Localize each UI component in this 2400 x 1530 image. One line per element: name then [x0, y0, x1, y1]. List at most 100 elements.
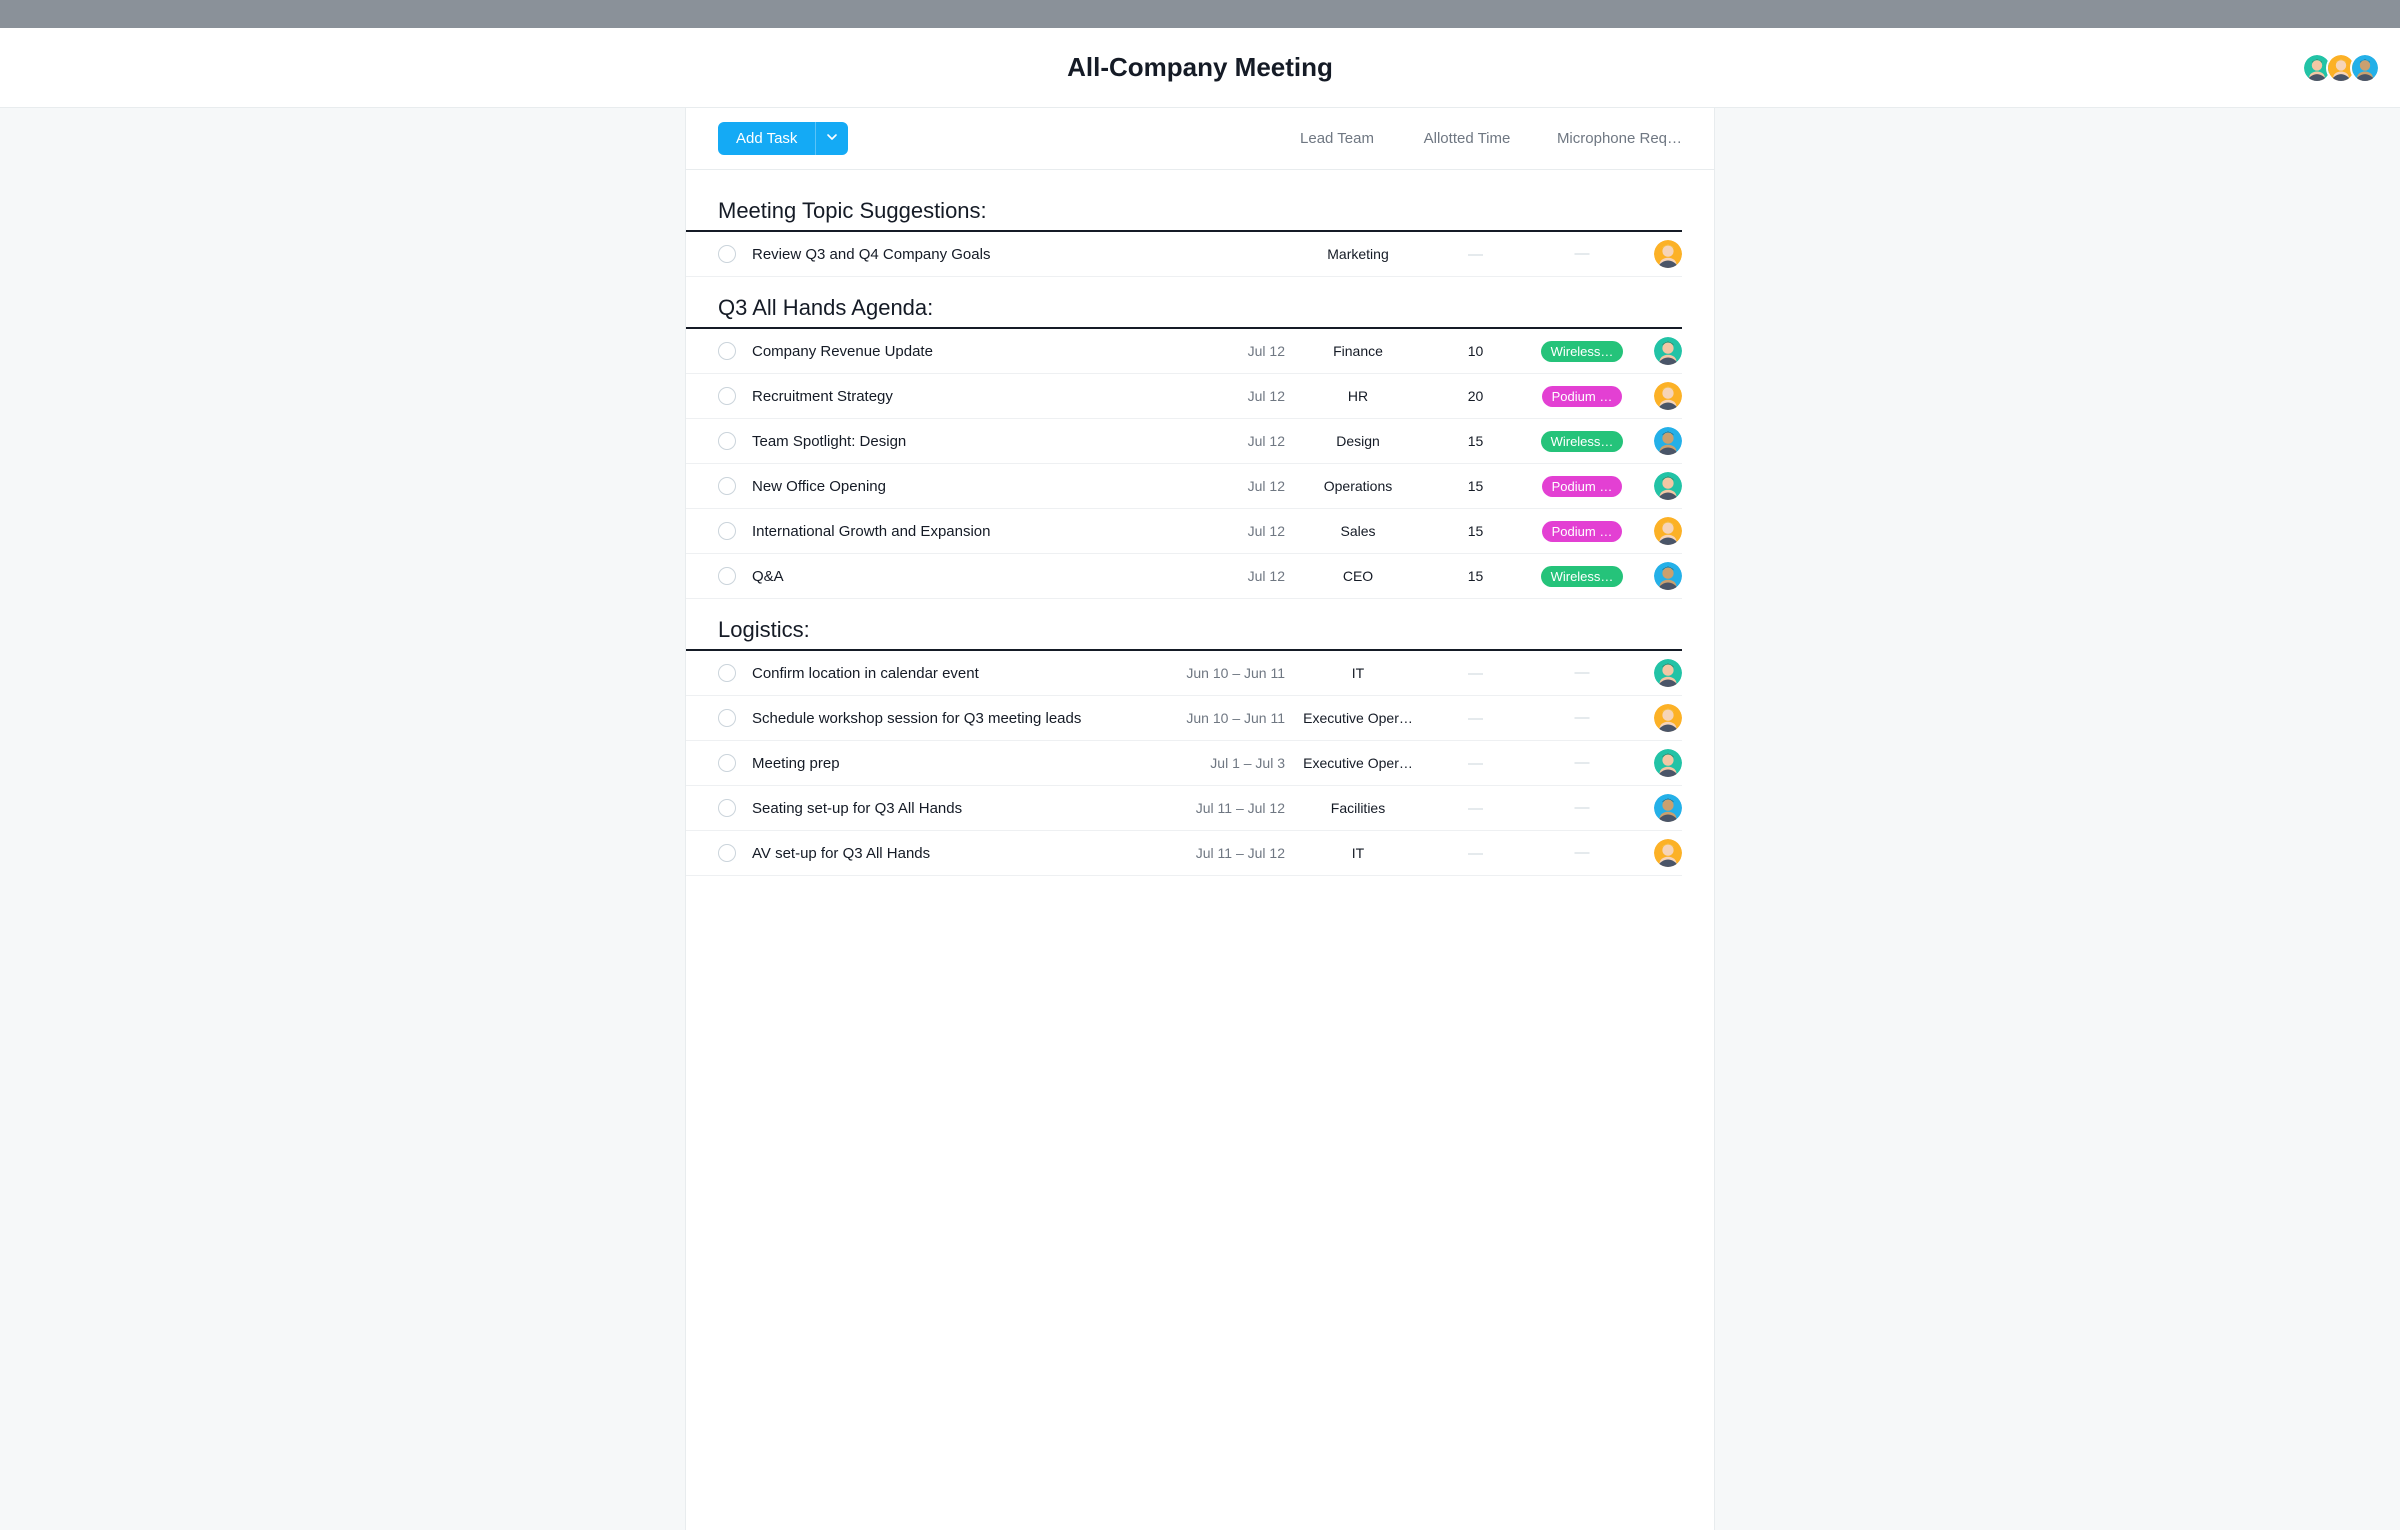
- task-due-date[interactable]: Jul 12: [1183, 523, 1293, 539]
- task-assignee[interactable]: [1636, 337, 1682, 365]
- task-name[interactable]: Meeting prep: [752, 755, 1183, 772]
- column-header-mic[interactable]: Microphone Req…: [1532, 130, 1682, 147]
- task-due-date[interactable]: Jul 11 – Jul 12: [1183, 800, 1293, 816]
- complete-checkbox[interactable]: [718, 387, 736, 405]
- task-row[interactable]: Meeting prepJul 1 – Jul 3Executive Oper……: [686, 741, 1682, 786]
- avatar[interactable]: [1654, 240, 1682, 268]
- task-allotted-time[interactable]: —: [1423, 665, 1528, 682]
- complete-checkbox[interactable]: [718, 522, 736, 540]
- task-row[interactable]: AV set-up for Q3 All HandsJul 11 – Jul 1…: [686, 831, 1682, 876]
- task-microphone[interactable]: Podium …: [1528, 386, 1636, 407]
- task-row[interactable]: Q&AJul 12CEO15Wireless…: [686, 554, 1682, 599]
- complete-checkbox[interactable]: [718, 477, 736, 495]
- task-name[interactable]: Review Q3 and Q4 Company Goals: [752, 246, 1183, 263]
- task-allotted-time[interactable]: —: [1423, 710, 1528, 727]
- add-task-button[interactable]: Add Task: [718, 122, 815, 155]
- task-due-date[interactable]: Jun 10 – Jun 11: [1183, 665, 1293, 681]
- task-allotted-time[interactable]: 15: [1423, 478, 1528, 494]
- avatar[interactable]: [1654, 382, 1682, 410]
- task-allotted-time[interactable]: 10: [1423, 343, 1528, 359]
- task-lead-team[interactable]: Marketing: [1293, 246, 1423, 262]
- avatar[interactable]: [1654, 659, 1682, 687]
- column-header-lead[interactable]: Lead Team: [1272, 130, 1402, 147]
- complete-checkbox[interactable]: [718, 342, 736, 360]
- task-row[interactable]: Schedule workshop session for Q3 meeting…: [686, 696, 1682, 741]
- header-member-avatars[interactable]: [2308, 53, 2380, 83]
- task-microphone[interactable]: —: [1528, 844, 1636, 862]
- complete-checkbox[interactable]: [718, 799, 736, 817]
- task-microphone[interactable]: Wireless…: [1528, 431, 1636, 452]
- task-row[interactable]: Recruitment StrategyJul 12HR20Podium …: [686, 374, 1682, 419]
- task-lead-team[interactable]: Finance: [1293, 343, 1423, 359]
- task-lead-team[interactable]: Design: [1293, 433, 1423, 449]
- task-allotted-time[interactable]: 15: [1423, 433, 1528, 449]
- task-lead-team[interactable]: Executive Oper…: [1293, 710, 1423, 726]
- complete-checkbox[interactable]: [718, 432, 736, 450]
- task-name[interactable]: AV set-up for Q3 All Hands: [752, 845, 1183, 862]
- task-row[interactable]: Seating set-up for Q3 All HandsJul 11 – …: [686, 786, 1682, 831]
- task-due-date[interactable]: Jul 12: [1183, 433, 1293, 449]
- task-assignee[interactable]: [1636, 704, 1682, 732]
- task-name[interactable]: Q&A: [752, 568, 1183, 585]
- task-microphone[interactable]: —: [1528, 664, 1636, 682]
- task-lead-team[interactable]: Facilities: [1293, 800, 1423, 816]
- task-lead-team[interactable]: CEO: [1293, 568, 1423, 584]
- task-allotted-time[interactable]: 20: [1423, 388, 1528, 404]
- task-allotted-time[interactable]: —: [1423, 755, 1528, 772]
- avatar[interactable]: [1654, 839, 1682, 867]
- avatar[interactable]: [1654, 427, 1682, 455]
- task-assignee[interactable]: [1636, 427, 1682, 455]
- task-lead-team[interactable]: IT: [1293, 665, 1423, 681]
- task-name[interactable]: New Office Opening: [752, 478, 1183, 495]
- task-lead-team[interactable]: HR: [1293, 388, 1423, 404]
- task-name[interactable]: Recruitment Strategy: [752, 388, 1183, 405]
- task-due-date[interactable]: Jul 12: [1183, 568, 1293, 584]
- column-header-time[interactable]: Allotted Time: [1402, 130, 1532, 147]
- task-assignee[interactable]: [1636, 839, 1682, 867]
- avatar[interactable]: [2350, 53, 2380, 83]
- task-due-date[interactable]: Jul 11 – Jul 12: [1183, 845, 1293, 861]
- task-due-date[interactable]: Jul 12: [1183, 478, 1293, 494]
- avatar[interactable]: [1654, 794, 1682, 822]
- task-name[interactable]: Company Revenue Update: [752, 343, 1183, 360]
- task-lead-team[interactable]: Sales: [1293, 523, 1423, 539]
- avatar[interactable]: [1654, 704, 1682, 732]
- complete-checkbox[interactable]: [718, 709, 736, 727]
- avatar[interactable]: [1654, 472, 1682, 500]
- task-row[interactable]: New Office OpeningJul 12Operations15Podi…: [686, 464, 1682, 509]
- task-microphone[interactable]: —: [1528, 709, 1636, 727]
- task-assignee[interactable]: [1636, 382, 1682, 410]
- section-title[interactable]: Logistics:: [686, 599, 1682, 651]
- task-microphone[interactable]: Podium …: [1528, 521, 1636, 542]
- task-allotted-time[interactable]: 15: [1423, 523, 1528, 539]
- task-microphone[interactable]: —: [1528, 754, 1636, 772]
- task-assignee[interactable]: [1636, 517, 1682, 545]
- avatar[interactable]: [1654, 562, 1682, 590]
- task-row[interactable]: Review Q3 and Q4 Company Goals Marketing—…: [686, 232, 1682, 277]
- task-due-date[interactable]: Jul 12: [1183, 343, 1293, 359]
- task-lead-team[interactable]: Operations: [1293, 478, 1423, 494]
- task-assignee[interactable]: [1636, 240, 1682, 268]
- task-row[interactable]: Confirm location in calendar eventJun 10…: [686, 651, 1682, 696]
- task-assignee[interactable]: [1636, 749, 1682, 777]
- task-assignee[interactable]: [1636, 659, 1682, 687]
- avatar[interactable]: [1654, 749, 1682, 777]
- task-allotted-time[interactable]: —: [1423, 246, 1528, 263]
- task-microphone[interactable]: Wireless…: [1528, 341, 1636, 362]
- task-due-date[interactable]: Jun 10 – Jun 11: [1183, 710, 1293, 726]
- task-microphone[interactable]: Podium …: [1528, 476, 1636, 497]
- task-row[interactable]: Team Spotlight: DesignJul 12Design15Wire…: [686, 419, 1682, 464]
- add-task-dropdown-button[interactable]: [815, 122, 848, 155]
- task-name[interactable]: Seating set-up for Q3 All Hands: [752, 800, 1183, 817]
- task-due-date[interactable]: Jul 1 – Jul 3: [1183, 755, 1293, 771]
- task-due-date[interactable]: Jul 12: [1183, 388, 1293, 404]
- complete-checkbox[interactable]: [718, 754, 736, 772]
- section-title[interactable]: Meeting Topic Suggestions:: [686, 180, 1682, 232]
- task-assignee[interactable]: [1636, 794, 1682, 822]
- avatar[interactable]: [1654, 517, 1682, 545]
- task-allotted-time[interactable]: —: [1423, 800, 1528, 817]
- avatar[interactable]: [1654, 337, 1682, 365]
- task-lead-team[interactable]: Executive Oper…: [1293, 755, 1423, 771]
- task-allotted-time[interactable]: —: [1423, 845, 1528, 862]
- task-name[interactable]: International Growth and Expansion: [752, 523, 1183, 540]
